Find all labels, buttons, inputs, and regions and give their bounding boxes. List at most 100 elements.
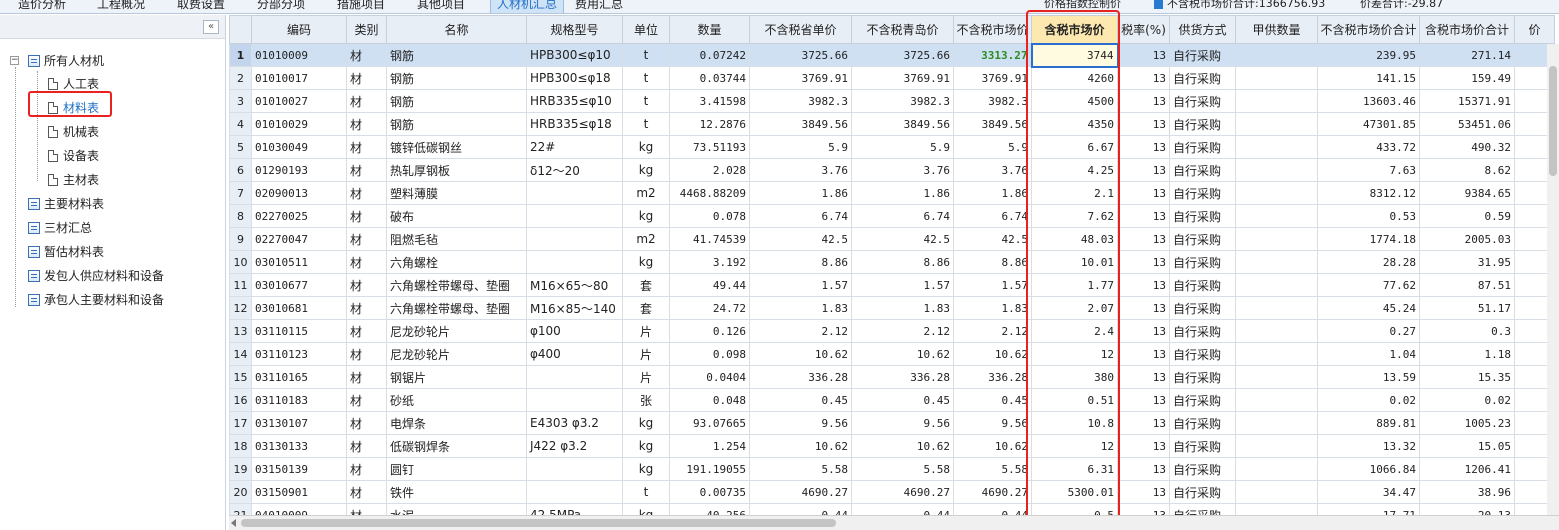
column-header-12[interactable]: 供货方式	[1169, 15, 1236, 44]
table-cell[interactable]: 03010511	[251, 250, 347, 274]
table-cell[interactable]: 47301.85	[1317, 112, 1420, 136]
table-cell[interactable]	[1235, 388, 1318, 412]
table-cell[interactable]: 1.57	[749, 273, 852, 297]
table-cell[interactable]: 73.51193	[669, 135, 750, 159]
table-cell[interactable]: t	[622, 89, 670, 113]
table-cell[interactable]: HRB335≤φ18	[526, 112, 623, 136]
table-cell[interactable]: 1005.23	[1419, 411, 1515, 435]
table-cell[interactable]: kg	[622, 411, 670, 435]
table-cell[interactable]: 材	[346, 250, 387, 274]
table-cell[interactable]: 42.5	[851, 227, 954, 251]
table-cell[interactable]: kg	[622, 434, 670, 458]
table-cell[interactable]: 3725.66	[749, 43, 852, 67]
table-cell[interactable]	[1235, 457, 1318, 481]
table-cell[interactable]: 15371.91	[1419, 89, 1515, 113]
table-cell[interactable]: 3849.56	[953, 112, 1032, 136]
table-cell[interactable]: 87.51	[1419, 273, 1515, 297]
tab-2[interactable]: 取费设置	[177, 0, 225, 13]
horizontal-scrollbar[interactable]	[229, 515, 1559, 530]
table-cell[interactable]: 材	[346, 181, 387, 205]
table-row[interactable]: 4 01010029 材钢筋 HRB335≤φ18 t 12.2876 3849.56 384…	[229, 112, 1555, 136]
column-header-3[interactable]: 名称	[386, 15, 527, 44]
table-cell[interactable]: 336.28	[749, 365, 852, 389]
table-cell[interactable]: 433.72	[1317, 135, 1420, 159]
table-row[interactable]: 3 01010027 材钢筋 HRB335≤φ10 t 3.41598 3982.3 3982…	[229, 89, 1555, 113]
table-cell[interactable]: 13	[1117, 112, 1170, 136]
table-cell[interactable]: 10.62	[851, 342, 954, 366]
table-cell[interactable]: 0.45	[749, 388, 852, 412]
table-cell[interactable]: 3.76	[749, 158, 852, 182]
table-cell[interactable]: 8.86	[953, 250, 1032, 274]
table-cell[interactable]: 28.28	[1317, 250, 1420, 274]
table-cell[interactable]: 53451.06	[1419, 112, 1515, 136]
table-cell[interactable]: 1.77	[1031, 273, 1118, 297]
table-cell[interactable]: 03150901	[251, 480, 347, 504]
table-cell[interactable]: HPB300≤φ10	[526, 43, 623, 67]
table-row[interactable]: 14 03110123 材尼龙砂轮片 φ400 片 0.098 10.62 10.62 10.6…	[229, 342, 1555, 366]
table-cell[interactable]: 03110115	[251, 319, 347, 343]
table-cell[interactable]: 3.41598	[669, 89, 750, 113]
table-cell[interactable]: 材	[346, 112, 387, 136]
column-header-7[interactable]: 不含税省单价	[749, 15, 852, 44]
table-cell[interactable]: 0.53	[1317, 204, 1420, 228]
table-cell[interactable]: φ100	[526, 319, 623, 343]
table-cell[interactable]: 5.58	[953, 457, 1032, 481]
table-cell[interactable]: 片	[622, 319, 670, 343]
table-cell[interactable]: t	[622, 43, 670, 67]
table-cell[interactable]	[1235, 66, 1318, 90]
table-row[interactable]: 9 02270047 材阻燃毛毡 m2 41.74539 42.5 42.5 42.5 48.0…	[229, 227, 1555, 251]
column-header-2[interactable]: 类别	[346, 15, 387, 44]
table-cell[interactable]: 9.56	[953, 411, 1032, 435]
table-cell[interactable]: 片	[622, 365, 670, 389]
table-cell[interactable]: 1.83	[749, 296, 852, 320]
table-cell[interactable]: 02270025	[251, 204, 347, 228]
table-row[interactable]: 2104010009材水泥42.5MPakg40.2560.440.440.44…	[229, 503, 1555, 515]
table-cell[interactable]: 20.13	[1419, 503, 1515, 515]
tree-item-child-3[interactable]: 设备表	[48, 145, 99, 167]
table-cell[interactable]: 塑料薄膜	[386, 181, 527, 205]
tree-item-child-2[interactable]: 机械表	[48, 121, 99, 143]
table-cell[interactable]	[526, 181, 623, 205]
table-cell[interactable]: 5.9	[749, 135, 852, 159]
table-cell[interactable]: 2.028	[669, 158, 750, 182]
table-cell[interactable]: 6.74	[749, 204, 852, 228]
table-cell[interactable]: 3849.56	[749, 112, 852, 136]
column-header-16[interactable]: 价	[1514, 15, 1555, 44]
table-row[interactable]: 7 02090013 材塑料薄膜 m2 4468.88209 1.86 1.86 1.86 2.…	[229, 181, 1555, 205]
table-cell[interactable]: 490.32	[1419, 135, 1515, 159]
table-cell[interactable]: φ400	[526, 342, 623, 366]
table-cell[interactable]: 13	[1117, 411, 1170, 435]
table-cell[interactable]: 六角螺栓	[386, 250, 527, 274]
table-cell[interactable]: 钢筋	[386, 66, 527, 90]
table-cell[interactable]: 水泥	[386, 503, 527, 515]
table-cell[interactable]: m2	[622, 227, 670, 251]
table-cell[interactable]: 1.254	[669, 434, 750, 458]
table-cell[interactable]: 自行采购	[1169, 480, 1236, 504]
table-cell[interactable]: 4500	[1031, 89, 1118, 113]
table-row[interactable]: 12 03010681 材六角螺栓带螺母、垫圈 M16×85～140 套 24.72 1.8…	[229, 296, 1555, 320]
table-cell[interactable]: 4350	[1031, 112, 1118, 136]
table-cell[interactable]: 889.81	[1317, 411, 1420, 435]
table-cell[interactable]: 15.35	[1419, 365, 1515, 389]
table-cell[interactable]: 1.86	[851, 181, 954, 205]
table-cell[interactable]: 03110165	[251, 365, 347, 389]
table-cell[interactable]: 3769.91	[749, 66, 852, 90]
table-cell[interactable]: 0.048	[669, 388, 750, 412]
table-cell[interactable]: 尼龙砂轮片	[386, 319, 527, 343]
table-cell[interactable]: 1.57	[953, 273, 1032, 297]
column-header-13[interactable]: 甲供数量	[1235, 15, 1318, 44]
table-row[interactable]: 17 03130107 材电焊条 E4303 φ3.2 kg 93.07665 9.56 9.…	[229, 411, 1555, 435]
table-cell[interactable]: 自行采购	[1169, 204, 1236, 228]
tree-item-table-2[interactable]: 暂估材料表	[28, 241, 104, 263]
table-cell[interactable]: 1.83	[953, 296, 1032, 320]
table-cell[interactable]: 自行采购	[1169, 503, 1236, 515]
table-cell[interactable]: kg	[622, 503, 670, 515]
table-cell[interactable]	[1235, 411, 1318, 435]
table-cell[interactable]: 1.57	[851, 273, 954, 297]
table-cell[interactable]: 0.02	[1317, 388, 1420, 412]
table-cell[interactable]: 0.02	[1419, 388, 1515, 412]
table-cell[interactable]: 93.07665	[669, 411, 750, 435]
table-cell[interactable]: 六角螺栓带螺母、垫圈	[386, 296, 527, 320]
table-cell[interactable]: 材	[346, 319, 387, 343]
tree-item-table-3[interactable]: 发包人供应材料和设备	[28, 265, 164, 287]
